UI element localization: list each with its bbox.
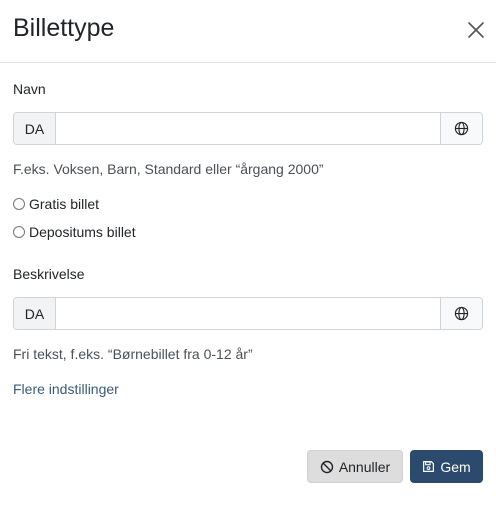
name-translate-button[interactable] bbox=[440, 113, 482, 144]
name-input[interactable] bbox=[56, 113, 440, 144]
description-input-group: DA bbox=[13, 297, 483, 330]
description-help-text: Fri tekst, f.eks. “Børnebillet fra 0-12 … bbox=[13, 346, 253, 362]
name-label: Navn bbox=[13, 81, 46, 97]
close-button[interactable] bbox=[466, 20, 486, 40]
name-help-text: F.eks. Voksen, Barn, Standard eller “årg… bbox=[13, 161, 324, 177]
deposit-ticket-option[interactable]: Depositums billet bbox=[13, 224, 136, 240]
ban-icon bbox=[320, 460, 334, 474]
free-ticket-label: Gratis billet bbox=[29, 196, 100, 212]
description-label: Beskrivelse bbox=[13, 266, 85, 282]
cancel-button[interactable]: Annuller bbox=[307, 450, 403, 483]
save-button[interactable]: Gem bbox=[410, 450, 483, 483]
name-input-group: DA bbox=[13, 112, 483, 145]
close-icon bbox=[468, 22, 484, 38]
globe-icon bbox=[454, 306, 469, 321]
description-language-prefix: DA bbox=[14, 298, 56, 329]
more-settings-link[interactable]: Flere indstillinger bbox=[13, 381, 119, 397]
save-label: Gem bbox=[440, 458, 471, 475]
cancel-label: Annuller bbox=[338, 458, 391, 475]
free-ticket-option[interactable]: Gratis billet bbox=[13, 196, 99, 212]
dialog-header: Billettype bbox=[0, 0, 496, 63]
free-ticket-checkbox[interactable] bbox=[13, 198, 25, 210]
dialog-title: Billettype bbox=[13, 14, 115, 42]
ticket-type-dialog: Billettype Navn DA F.eks. Voksen, Barn, … bbox=[0, 0, 496, 520]
description-translate-button[interactable] bbox=[440, 298, 482, 329]
deposit-ticket-checkbox[interactable] bbox=[13, 226, 25, 238]
description-input[interactable] bbox=[56, 298, 440, 329]
globe-icon bbox=[454, 121, 469, 136]
deposit-ticket-label: Depositums billet bbox=[29, 224, 136, 240]
floppy-disk-icon bbox=[422, 460, 435, 473]
name-language-prefix: DA bbox=[14, 113, 56, 144]
